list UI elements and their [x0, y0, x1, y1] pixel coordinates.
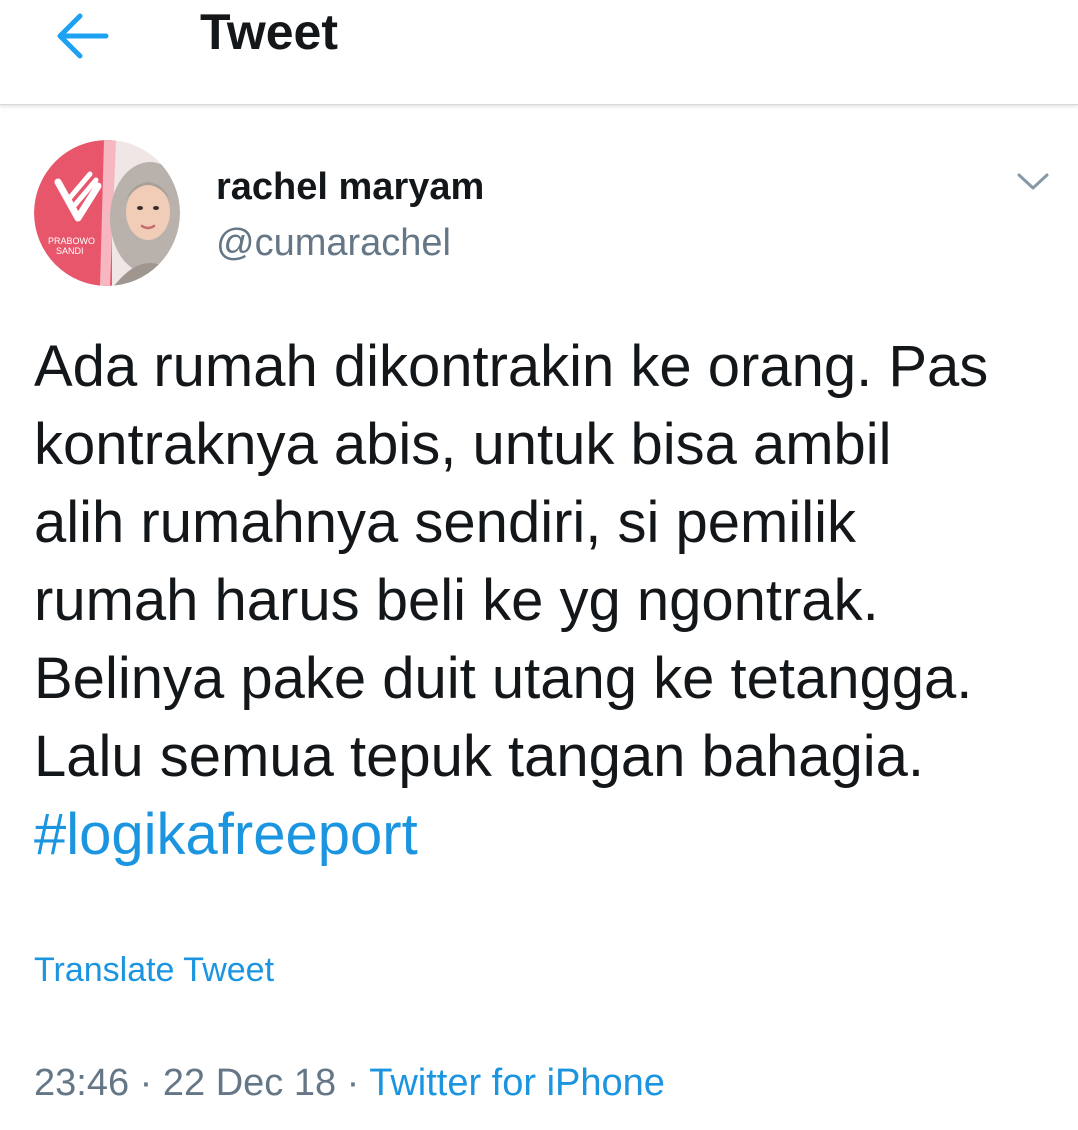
tweet-text: Ada rumah dikontrakin ke orang. Pas kont…	[34, 328, 1054, 874]
tweet-metadata: 23:46 · 22 Dec 18 · Twitter for iPhone	[34, 1060, 665, 1106]
tweet-text-line: Ada rumah dikontrakin ke orang. Pas	[34, 334, 989, 399]
page-title: Tweet	[200, 4, 338, 60]
tweet-menu-button[interactable]	[1008, 160, 1058, 204]
avatar-image: PRABOWO SANDI	[34, 140, 180, 286]
tweet-text-line: Lalu semua tepuk tangan bahagia.	[34, 724, 925, 789]
svg-text:PRABOWO: PRABOWO	[48, 236, 95, 246]
tweet-text-line: alih rumahnya sendiri, si pemilik	[34, 490, 856, 555]
top-bar: Tweet	[0, 0, 1078, 105]
tweet-text-line: kontraknya abis, untuk bisa ambil	[34, 412, 892, 477]
tweet-date: 22 Dec 18	[162, 1062, 337, 1104]
author-handle[interactable]: @cumarachel	[216, 220, 451, 266]
tweet-source-link[interactable]: Twitter for iPhone	[369, 1062, 665, 1104]
tweet-text-line: Belinya pake duit utang ke tetangga.	[34, 646, 973, 711]
separator: ·	[346, 1062, 360, 1104]
tweet-text-line: rumah harus beli ke yg ngontrak.	[34, 568, 879, 633]
arrow-left-icon	[57, 13, 109, 59]
tweet-time: 23:46	[34, 1062, 130, 1104]
author-name[interactable]: rachel maryam	[216, 164, 484, 210]
translate-tweet-link[interactable]: Translate Tweet	[34, 950, 274, 990]
chevron-down-icon	[1017, 173, 1049, 190]
avatar[interactable]: PRABOWO SANDI	[34, 140, 180, 286]
separator: ·	[139, 1062, 153, 1104]
hashtag-link[interactable]: #logikafreeport	[34, 796, 1054, 874]
back-button[interactable]	[44, 4, 120, 68]
svg-text:SANDI: SANDI	[56, 246, 84, 256]
